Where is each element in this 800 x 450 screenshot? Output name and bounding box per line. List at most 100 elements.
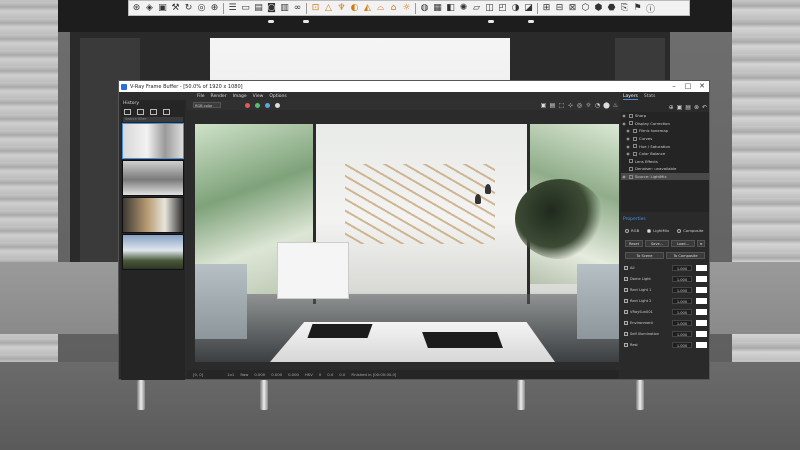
- undo-icon[interactable]: ↶: [702, 104, 707, 111]
- window-icon[interactable]: ▭: [240, 3, 251, 14]
- export-icon[interactable]: ⊟: [554, 3, 565, 14]
- info-icon[interactable]: ⓘ: [645, 3, 656, 15]
- dome-icon[interactable]: ⌓: [375, 3, 386, 14]
- to-composite-button[interactable]: To Composite: [666, 252, 705, 259]
- light-intensity-input[interactable]: 1.000: [672, 287, 692, 293]
- rotate-icon[interactable]: ↻: [183, 3, 194, 14]
- light-intensity-input[interactable]: 1.000: [672, 342, 692, 348]
- cube4-icon[interactable]: ⬣: [606, 3, 617, 14]
- light-color-swatch[interactable]: [696, 342, 707, 348]
- render-icon[interactable]: ◔: [594, 102, 601, 109]
- eye-icon[interactable]: ◉: [621, 121, 627, 126]
- light-color-swatch[interactable]: [696, 320, 707, 326]
- radio-composite[interactable]: Composite: [677, 228, 704, 233]
- eye-icon[interactable]: ◉: [625, 128, 631, 133]
- save-history-icon[interactable]: [124, 108, 131, 115]
- layer-item[interactable]: Denoiser: unavailable: [621, 165, 709, 173]
- channel-select[interactable]: RGB color: [193, 102, 221, 108]
- delete-history-icon[interactable]: [163, 108, 170, 115]
- light-color-swatch[interactable]: [696, 309, 707, 315]
- light-checkbox[interactable]: [624, 277, 628, 281]
- sun-icon[interactable]: ☼: [401, 3, 412, 14]
- maximize-button[interactable]: □: [681, 81, 695, 92]
- light-intensity-input[interactable]: 1.000: [672, 320, 692, 326]
- tab-stats[interactable]: Stats: [644, 94, 656, 99]
- light-color-swatch[interactable]: [696, 331, 707, 337]
- eye-icon[interactable]: ◉: [621, 174, 627, 179]
- save-preset-icon[interactable]: ▣: [677, 104, 683, 111]
- load-image-icon[interactable]: ▤: [549, 102, 556, 109]
- clip-icon[interactable]: ◪: [523, 3, 534, 14]
- light-checkbox[interactable]: [624, 332, 628, 336]
- ipr-icon[interactable]: ◎: [576, 102, 583, 109]
- menu-file[interactable]: File: [197, 94, 205, 99]
- layer-item[interactable]: ◉ Hue / Saturation: [621, 142, 709, 150]
- layers-icon[interactable]: ▤: [253, 3, 264, 14]
- light-intensity-input[interactable]: 1.000: [672, 298, 692, 304]
- light-intensity-input[interactable]: 1.000: [672, 331, 692, 337]
- hdr-icon[interactable]: ◐: [349, 3, 360, 14]
- eye-icon[interactable]: ◉: [625, 136, 631, 141]
- menu-image[interactable]: Image: [233, 94, 247, 99]
- save-button[interactable]: Save...: [645, 240, 669, 247]
- sphere-icon[interactable]: ◍: [419, 3, 430, 14]
- render-icon[interactable]: ◎: [196, 3, 207, 14]
- light-intensity-input[interactable]: 1.000: [672, 276, 692, 282]
- save-image-icon[interactable]: ▣: [540, 102, 547, 109]
- proxy-icon[interactable]: ◧: [445, 3, 456, 14]
- lens-icon[interactable]: ☼: [585, 102, 592, 109]
- box-icon[interactable]: ▣: [157, 3, 168, 14]
- menu-icon[interactable]: ≡: [697, 240, 705, 247]
- hsv-mode[interactable]: HSV: [305, 372, 313, 377]
- light-checkbox[interactable]: [624, 310, 628, 314]
- ies-icon[interactable]: ⌂: [388, 3, 399, 14]
- load-history-icon[interactable]: [150, 108, 157, 115]
- wrench-icon[interactable]: ⚒: [170, 3, 181, 14]
- alpha-channel-button[interactable]: [275, 102, 280, 108]
- light-checkbox[interactable]: [624, 343, 628, 347]
- history-search-input[interactable]: Search filter: [123, 117, 183, 122]
- delete-layer-icon[interactable]: ⊗: [694, 104, 699, 111]
- settings-icon[interactable]: ☰: [227, 3, 238, 14]
- flag-icon[interactable]: ⚑: [632, 3, 643, 14]
- window-titlebar[interactable]: V-Ray Frame Buffer - [50.0% of 1920 x 10…: [119, 81, 709, 92]
- layer-item[interactable]: ◉ Filmic tonemap: [621, 127, 709, 135]
- film-icon[interactable]: ▥: [279, 3, 290, 14]
- minimize-button[interactable]: –: [667, 81, 681, 92]
- spot-icon[interactable]: ◭: [362, 3, 373, 14]
- teapot-icon[interactable]: ♨: [612, 102, 619, 109]
- scene-icon[interactable]: ◰: [497, 3, 508, 14]
- mesh-icon[interactable]: ▦: [432, 3, 443, 14]
- cube3-icon[interactable]: ⬢: [593, 3, 604, 14]
- cube2-icon[interactable]: ⬡: [580, 3, 591, 14]
- layer-item[interactable]: ◉ Curves: [621, 135, 709, 143]
- close-button[interactable]: ✕: [695, 81, 709, 92]
- eye-icon[interactable]: ◉: [625, 144, 631, 149]
- region-render-icon[interactable]: ⬚: [558, 102, 565, 109]
- layer-item[interactable]: ◉ Display Correction: [621, 120, 709, 128]
- frame-icon[interactable]: ⊡: [310, 3, 321, 14]
- menu-options[interactable]: Options: [269, 94, 286, 99]
- plane-icon[interactable]: ▱: [471, 3, 482, 14]
- color-mode[interactable]: Raw: [240, 372, 248, 377]
- grid-icon[interactable]: ⊞: [541, 3, 552, 14]
- light-checkbox[interactable]: [624, 299, 628, 303]
- to-scene-button[interactable]: To Scene: [625, 252, 664, 259]
- light-icon[interactable]: ♆: [336, 3, 347, 14]
- layer-item[interactable]: ◉ Color Balance: [621, 150, 709, 158]
- cube-icon[interactable]: ◫: [484, 3, 495, 14]
- history-thumbnail[interactable]: [122, 160, 184, 196]
- track-mouse-icon[interactable]: ⊹: [567, 102, 574, 109]
- load-button[interactable]: Load...: [671, 240, 695, 247]
- eye-icon[interactable]: ◉: [625, 151, 631, 156]
- eye-icon[interactable]: ◉: [621, 113, 627, 118]
- light-color-swatch[interactable]: [696, 265, 707, 271]
- history-thumbnail[interactable]: [122, 197, 184, 233]
- green-channel-button[interactable]: [255, 102, 260, 108]
- select-icon[interactable]: ◈: [144, 3, 155, 14]
- reset-button[interactable]: Reset: [625, 240, 643, 247]
- vfb-icon[interactable]: ⊠: [567, 3, 578, 14]
- light-intensity-input[interactable]: 1.000: [672, 265, 692, 271]
- menu-render[interactable]: Render: [211, 94, 227, 99]
- stop-icon[interactable]: ⬤: [603, 102, 610, 109]
